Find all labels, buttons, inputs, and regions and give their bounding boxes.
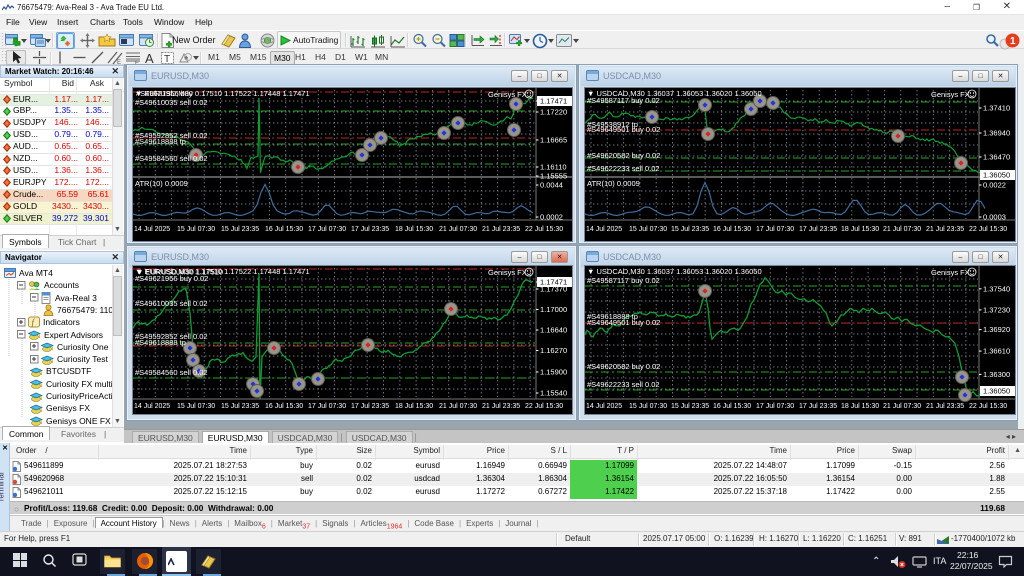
svg-text:T: T — [164, 54, 170, 65]
svg-text:A: A — [145, 51, 154, 65]
svg-text:Genisys FX: Genisys FX — [931, 90, 970, 99]
svg-text:17 Jul 23:35: 17 Jul 23:35 — [799, 403, 837, 410]
svg-text:1.15540: 1.15540 — [540, 389, 567, 398]
svg-text:1.36610: 1.36610 — [983, 347, 1010, 356]
svg-text:0.0044: 0.0044 — [540, 181, 563, 190]
svg-text:21 Jul 23:35: 21 Jul 23:35 — [482, 403, 520, 410]
svg-text:21 Jul 23:35: 21 Jul 23:35 — [482, 226, 520, 233]
svg-text:17 Jul 23:35: 17 Jul 23:35 — [351, 226, 389, 233]
svg-text:Genisys FX: Genisys FX — [488, 268, 527, 277]
svg-text:1.37230: 1.37230 — [983, 305, 1010, 314]
svg-text:1.17471: 1.17471 — [540, 278, 567, 287]
svg-text:22 Jul 15:30: 22 Jul 15:30 — [525, 403, 563, 410]
svg-text:1.17000: 1.17000 — [540, 305, 567, 314]
svg-text:16 Jul 15:30: 16 Jul 15:30 — [713, 403, 751, 410]
svg-text:#S49620582 buy 0.02: #S49620582 buy 0.02 — [587, 362, 660, 371]
svg-text:17 Jul 07:30: 17 Jul 07:30 — [756, 226, 794, 233]
svg-text:15 Jul 23:35: 15 Jul 23:35 — [221, 226, 259, 233]
svg-text:18 Jul 15:30: 18 Jul 15:30 — [841, 226, 879, 233]
svg-text:21 Jul 07:30: 21 Jul 07:30 — [439, 226, 477, 233]
svg-text:1.16665: 1.16665 — [540, 136, 567, 145]
svg-text:14 Jul 2025: 14 Jul 2025 — [134, 226, 170, 233]
svg-text:#S49584560 sell 0.02: #S49584560 sell 0.02 — [135, 154, 208, 163]
svg-text:#S49649501 buy 0.02: #S49649501 buy 0.02 — [587, 318, 660, 327]
svg-text:#S49621956 buy: #S49621956 buy — [136, 89, 193, 98]
svg-text:17 Jul 23:35: 17 Jul 23:35 — [799, 226, 837, 233]
svg-text:#S49584560 sell 0.02: #S49584560 sell 0.02 — [135, 368, 208, 377]
svg-text:ATR(10) 0.0009: ATR(10) 0.0009 — [587, 179, 640, 188]
svg-text:#S49587117 buy 0.02: #S49587117 buy 0.02 — [587, 276, 660, 285]
svg-text:1.37410: 1.37410 — [983, 104, 1010, 113]
svg-text:21 Jul 23:35: 21 Jul 23:35 — [926, 403, 964, 410]
svg-text:17 Jul 23:35: 17 Jul 23:35 — [351, 403, 389, 410]
svg-text:1.16270: 1.16270 — [540, 346, 567, 355]
svg-text:1.36940: 1.36940 — [983, 129, 1010, 138]
svg-text:15 Jul 07:30: 15 Jul 07:30 — [177, 403, 215, 410]
svg-text:1.36050: 1.36050 — [983, 387, 1010, 396]
svg-text:0.0003: 0.0003 — [983, 213, 1006, 222]
svg-text:18 Jul 15:30: 18 Jul 15:30 — [395, 226, 433, 233]
svg-text:#S49621956 buy 0.02: #S49621956 buy 0.02 — [135, 274, 208, 283]
svg-text:1.15555: 1.15555 — [540, 172, 567, 181]
svg-text:15 Jul 23:35: 15 Jul 23:35 — [671, 403, 709, 410]
svg-text:0.0002: 0.0002 — [540, 213, 563, 222]
svg-text:1.16110: 1.16110 — [540, 163, 567, 172]
svg-text:1.36050: 1.36050 — [983, 171, 1010, 180]
svg-text:#S49649501 buy 0.02: #S49649501 buy 0.02 — [587, 125, 660, 134]
svg-text:16 Jul 15:30: 16 Jul 15:30 — [265, 226, 303, 233]
svg-text:14 Jul 2025: 14 Jul 2025 — [586, 226, 622, 233]
svg-text:1.17220: 1.17220 — [540, 108, 567, 117]
svg-text:17 Jul 07:30: 17 Jul 07:30 — [308, 226, 346, 233]
svg-text:0.0022: 0.0022 — [983, 181, 1006, 190]
svg-text:16 Jul 15:30: 16 Jul 15:30 — [713, 226, 751, 233]
svg-text:15 Jul 23:35: 15 Jul 23:35 — [221, 403, 259, 410]
svg-text:22 Jul 15:30: 22 Jul 15:30 — [969, 226, 1007, 233]
svg-text:15 Jul 07:30: 15 Jul 07:30 — [177, 226, 215, 233]
svg-text:1.16640: 1.16640 — [540, 326, 567, 335]
svg-text:#S49620582 buy 0.02: #S49620582 buy 0.02 — [587, 151, 660, 160]
svg-text:22 Jul 15:30: 22 Jul 15:30 — [525, 226, 563, 233]
svg-text:#S49610035 sell 0.02: #S49610035 sell 0.02 — [135, 299, 208, 308]
svg-text:22 Jul 15:30: 22 Jul 15:30 — [969, 403, 1007, 410]
svg-text:15 Jul 07:30: 15 Jul 07:30 — [629, 226, 667, 233]
svg-text:1: 1 — [1010, 36, 1016, 47]
svg-text:14 Jul 2025: 14 Jul 2025 — [134, 403, 170, 410]
svg-text:Genisys FX: Genisys FX — [488, 90, 527, 99]
svg-text:18 Jul 15:30: 18 Jul 15:30 — [841, 403, 879, 410]
svg-text:ATR(10) 0.0009: ATR(10) 0.0009 — [135, 179, 188, 188]
svg-text:1.17471: 1.17471 — [540, 97, 567, 106]
svg-text:16 Jul 15:30: 16 Jul 15:30 — [265, 403, 303, 410]
svg-text:15 Jul 07:30: 15 Jul 07:30 — [629, 403, 667, 410]
svg-text:1.36300: 1.36300 — [983, 370, 1010, 379]
svg-text:1.36470: 1.36470 — [983, 153, 1010, 162]
svg-text:Genisys FX: Genisys FX — [931, 268, 970, 277]
svg-text:1.37540: 1.37540 — [983, 284, 1010, 293]
svg-text:#S49610035 sell 0.02: #S49610035 sell 0.02 — [135, 98, 208, 107]
svg-text:18 Jul 15:30: 18 Jul 15:30 — [395, 403, 433, 410]
svg-text:#S49622233 sell 0.02: #S49622233 sell 0.02 — [587, 164, 660, 173]
svg-text:#S49618888 tp: #S49618888 tp — [135, 137, 186, 146]
svg-text:1.36920: 1.36920 — [983, 325, 1010, 334]
svg-text:21 Jul 07:30: 21 Jul 07:30 — [883, 403, 921, 410]
svg-text:15 Jul 23:35: 15 Jul 23:35 — [671, 226, 709, 233]
svg-text:17 Jul 07:30: 17 Jul 07:30 — [308, 403, 346, 410]
svg-text:17 Jul 07:30: 17 Jul 07:30 — [756, 403, 794, 410]
svg-text:21 Jul 23:35: 21 Jul 23:35 — [926, 226, 964, 233]
svg-text:21 Jul 07:30: 21 Jul 07:30 — [883, 226, 921, 233]
svg-text:▼ USDCAD,M30 1.36037 1.36053: ▼ USDCAD,M30 1.36037 1.36053 1.36020 1.3… — [587, 267, 762, 276]
svg-text:#S49622233 sell 0.02: #S49622233 sell 0.02 — [587, 380, 660, 389]
svg-text:1.15900: 1.15900 — [540, 368, 567, 377]
svg-text:21 Jul 07:30: 21 Jul 07:30 — [439, 403, 477, 410]
svg-text:#S49587117 buy 0.02: #S49587117 buy 0.02 — [587, 96, 660, 105]
svg-text:14 Jul 2025: 14 Jul 2025 — [586, 403, 622, 410]
svg-text:#S49618888 tp: #S49618888 tp — [135, 338, 186, 347]
